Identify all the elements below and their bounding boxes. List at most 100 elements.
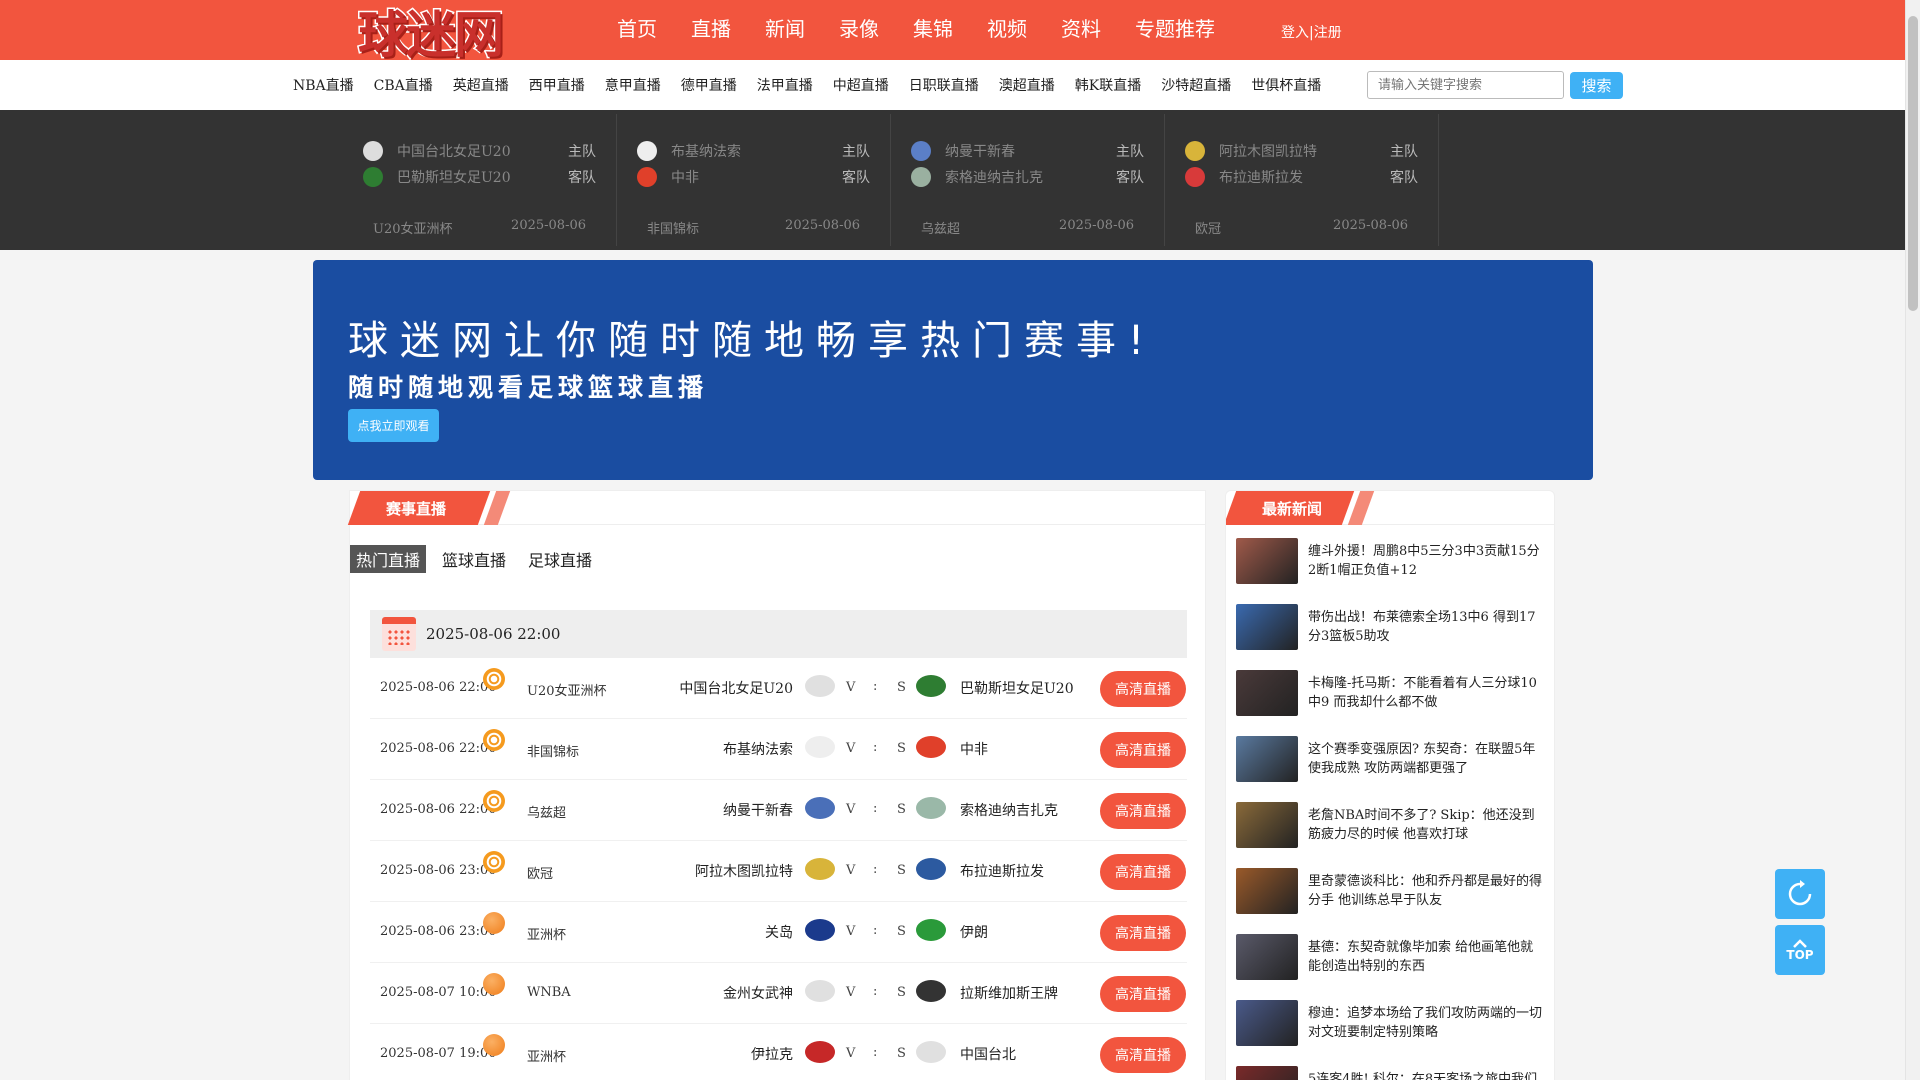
strip-team-row: 中非 客队 <box>637 166 870 188</box>
back-to-top-button[interactable]: TOP <box>1775 925 1825 975</box>
news-headline[interactable]: 里奇蒙德谈科比：他和乔丹都是最好的得分手 他训练总早于队友 <box>1308 872 1546 910</box>
hd-live-button[interactable]: 高清直播 <box>1100 793 1186 829</box>
home-team-name[interactable]: 布基纳法索 <box>723 739 793 759</box>
main-nav-item[interactable]: 首页 <box>600 0 674 60</box>
main-nav-item[interactable]: 新闻 <box>748 0 822 60</box>
news-item[interactable]: 缠斗外援！周鹏8中5三分3中3贡献15分2断1帽正负值+12 <box>1236 538 1546 584</box>
away-team-name[interactable]: 巴勒斯坦女足U20 <box>960 678 1074 698</box>
news-item[interactable]: 里奇蒙德谈科比：他和乔丹都是最好的得分手 他训练总早于队友 <box>1236 868 1546 914</box>
news-thumbnail[interactable] <box>1236 538 1298 584</box>
away-team-name[interactable]: 中国台北 <box>960 1044 1016 1064</box>
strip-team-row: 布拉迪斯拉发 客队 <box>1185 166 1418 188</box>
news-item[interactable]: 带伤出战！布莱德索全场13中6 得到17分3篮板5助攻 <box>1236 604 1546 650</box>
news-thumbnail[interactable] <box>1236 670 1298 716</box>
news-item[interactable]: 基德：东契奇就像毕加索 给他画笔他就能创造出特别的东西 <box>1236 934 1546 980</box>
league-nav-link[interactable]: CBA直播 <box>364 75 443 95</box>
tab-hot[interactable]: 热门直播 <box>350 545 427 573</box>
away-team-name[interactable]: 中非 <box>960 739 988 759</box>
hd-live-button[interactable]: 高清直播 <box>1100 1037 1186 1073</box>
news-item[interactable]: 卡梅隆-托马斯：不能看着有人三分球10中9 而我却什么都不做 <box>1236 670 1546 716</box>
tab-football[interactable]: 足球直播 <box>522 545 598 573</box>
news-thumbnail[interactable] <box>1236 1000 1298 1046</box>
league-nav-link[interactable]: 日职联直播 <box>899 75 989 95</box>
hd-live-button[interactable]: 高清直播 <box>1100 671 1186 707</box>
search-input[interactable] <box>1367 71 1564 99</box>
strip-match-card[interactable]: 中国台北女足U20 主队 巴勒斯坦女足U20 客队 U20女亚洲杯 2025-08-06 <box>343 114 617 246</box>
league-nav-link[interactable]: 澳超直播 <box>989 75 1065 95</box>
league-nav-link[interactable]: 世俱杯直播 <box>1241 75 1331 95</box>
away-team-name[interactable]: 索格迪纳吉扎克 <box>960 800 1058 820</box>
home-team-name[interactable]: 阿拉木图凯拉特 <box>695 861 793 881</box>
away-team-name[interactable]: 伊朗 <box>960 922 988 942</box>
league-nav-link[interactable]: 中超直播 <box>823 75 899 95</box>
news-item[interactable]: 老詹NBA时间不多了? Skip：他还没到筋疲力尽的时候 他喜欢打球 <box>1236 802 1546 848</box>
tab-basketball[interactable]: 篮球直播 <box>436 545 512 573</box>
away-team-name[interactable]: 拉斯维加斯王牌 <box>960 983 1058 1003</box>
main-nav-item[interactable]: 录像 <box>822 0 896 60</box>
site-logo[interactable]: 球迷网 <box>357 2 542 66</box>
news-item[interactable]: 5连客4胜! 科尔：在8天客场之旅中我们 <box>1236 1066 1546 1080</box>
league-nav-link[interactable]: 西甲直播 <box>519 75 595 95</box>
news-headline[interactable]: 卡梅隆-托马斯：不能看着有人三分球10中9 而我却什么都不做 <box>1308 674 1546 712</box>
news-thumbnail[interactable] <box>1236 934 1298 980</box>
news-headline[interactable]: 基德：东契奇就像毕加索 给他画笔他就能创造出特别的东西 <box>1308 938 1546 976</box>
news-headline[interactable]: 带伤出战！布莱德索全场13中6 得到17分3篮板5助攻 <box>1308 608 1546 646</box>
news-headline[interactable]: 这个赛季变强原因? 东契奇：在联盟5年使我成熟 攻防两端都更强了 <box>1308 740 1546 778</box>
upcoming-match-strip: 中国台北女足U20 主队 巴勒斯坦女足U20 客队 U20女亚洲杯 2025-08-06 布… <box>0 110 1905 250</box>
main-nav-item[interactable]: 集锦 <box>896 0 970 60</box>
home-team-name[interactable]: 伊拉克 <box>751 1044 793 1064</box>
strip-match-card[interactable]: 阿拉木图凯拉特 主队 布拉迪斯拉发 客队 欧冠 2025-08-06 <box>1165 114 1439 246</box>
away-team-name[interactable]: 布拉迪斯拉发 <box>960 861 1044 881</box>
league-nav-link[interactable]: NBA直播 <box>283 75 364 95</box>
chevron-up-icon <box>1793 939 1807 948</box>
news-thumbnail[interactable] <box>1236 736 1298 782</box>
league-nav-link[interactable]: 德甲直播 <box>671 75 747 95</box>
league-nav-link[interactable]: 沙特超直播 <box>1151 75 1241 95</box>
home-team-name[interactable]: 中国台北女足U20 <box>679 678 793 698</box>
login-register-link[interactable]: 登入|注册 <box>1281 22 1342 42</box>
away-team-badge-icon <box>916 858 946 880</box>
league-nav-link[interactable]: 意甲直播 <box>595 75 671 95</box>
hd-live-button[interactable]: 高清直播 <box>1100 854 1186 890</box>
away-team-badge-icon <box>916 675 946 697</box>
refresh-icon <box>1788 880 1812 906</box>
home-team-name[interactable]: 关岛 <box>765 922 793 942</box>
search-button[interactable]: 搜索 <box>1570 72 1623 99</box>
news-thumbnail[interactable] <box>1236 1066 1298 1080</box>
hd-live-button[interactable]: 高清直播 <box>1100 976 1186 1012</box>
main-nav-item[interactable]: 直播 <box>674 0 748 60</box>
main-nav-item[interactable]: 视频 <box>970 0 1044 60</box>
league-nav-link[interactable]: 韩K联直播 <box>1065 75 1151 95</box>
league-nav-bar: NBA直播 CBA直播 英超直播 西甲直播 意甲直播 德甲直播 法甲直播 中超直播 日职联直播澳… <box>0 60 1905 110</box>
watch-now-button[interactable]: 点我立即观看 <box>348 409 439 442</box>
news-headline[interactable]: 缠斗外援！周鹏8中5三分3中3贡献15分2断1帽正负值+12 <box>1308 542 1546 580</box>
strip-match-card[interactable]: 布基纳法索 主队 中非 客队 非国锦标 2025-08-06 <box>617 114 891 246</box>
league-nav-link[interactable]: 英超直播 <box>443 75 519 95</box>
page-scrollbar[interactable] <box>1905 0 1920 1080</box>
match-league: 亚洲杯 <box>527 1050 567 1065</box>
news-thumbnail[interactable] <box>1236 868 1298 914</box>
main-nav-item[interactable]: 专题推荐 <box>1118 0 1232 60</box>
home-team-name[interactable]: 金州女武神 <box>723 983 793 1003</box>
strip-team-role: 客队 <box>568 170 596 186</box>
home-team-badge-icon <box>805 980 835 1002</box>
home-team-name[interactable]: 纳曼干新春 <box>723 800 793 820</box>
refresh-button[interactable] <box>1775 869 1825 919</box>
strip-team-name: 索格迪纳吉扎克 <box>945 170 1043 186</box>
news-thumbnail[interactable] <box>1236 604 1298 650</box>
scrollbar-thumb[interactable] <box>1908 16 1918 311</box>
news-headline[interactable]: 5连客4胜! 科尔：在8天客场之旅中我们 <box>1308 1070 1546 1080</box>
football-icon <box>483 729 505 751</box>
strip-date: 2025-08-06 <box>1059 218 1134 233</box>
news-item[interactable]: 穆迪：追梦本场给了我们攻防两端的一切对文班要制定特别策略 <box>1236 1000 1546 1046</box>
league-nav-link[interactable]: 法甲直播 <box>747 75 823 95</box>
hd-live-button[interactable]: 高清直播 <box>1100 732 1186 768</box>
hd-live-button[interactable]: 高清直播 <box>1100 915 1186 951</box>
main-nav-item[interactable]: 资料 <box>1044 0 1118 60</box>
match-row: 2025-08-06 22:00 U20女亚洲杯 中国台北女足U20 V: S 巴勒斯坦女… <box>370 658 1187 719</box>
news-item[interactable]: 这个赛季变强原因? 东契奇：在联盟5年使我成熟 攻防两端都更强了 <box>1236 736 1546 782</box>
news-headline[interactable]: 穆迪：追梦本场给了我们攻防两端的一切对文班要制定特别策略 <box>1308 1004 1546 1042</box>
news-thumbnail[interactable] <box>1236 802 1298 848</box>
news-headline[interactable]: 老詹NBA时间不多了? Skip：他还没到筋疲力尽的时候 他喜欢打球 <box>1308 806 1546 844</box>
strip-match-card[interactable]: 纳曼干新春 主队 索格迪纳吉扎克 客队 乌兹超 2025-08-06 <box>891 114 1165 246</box>
